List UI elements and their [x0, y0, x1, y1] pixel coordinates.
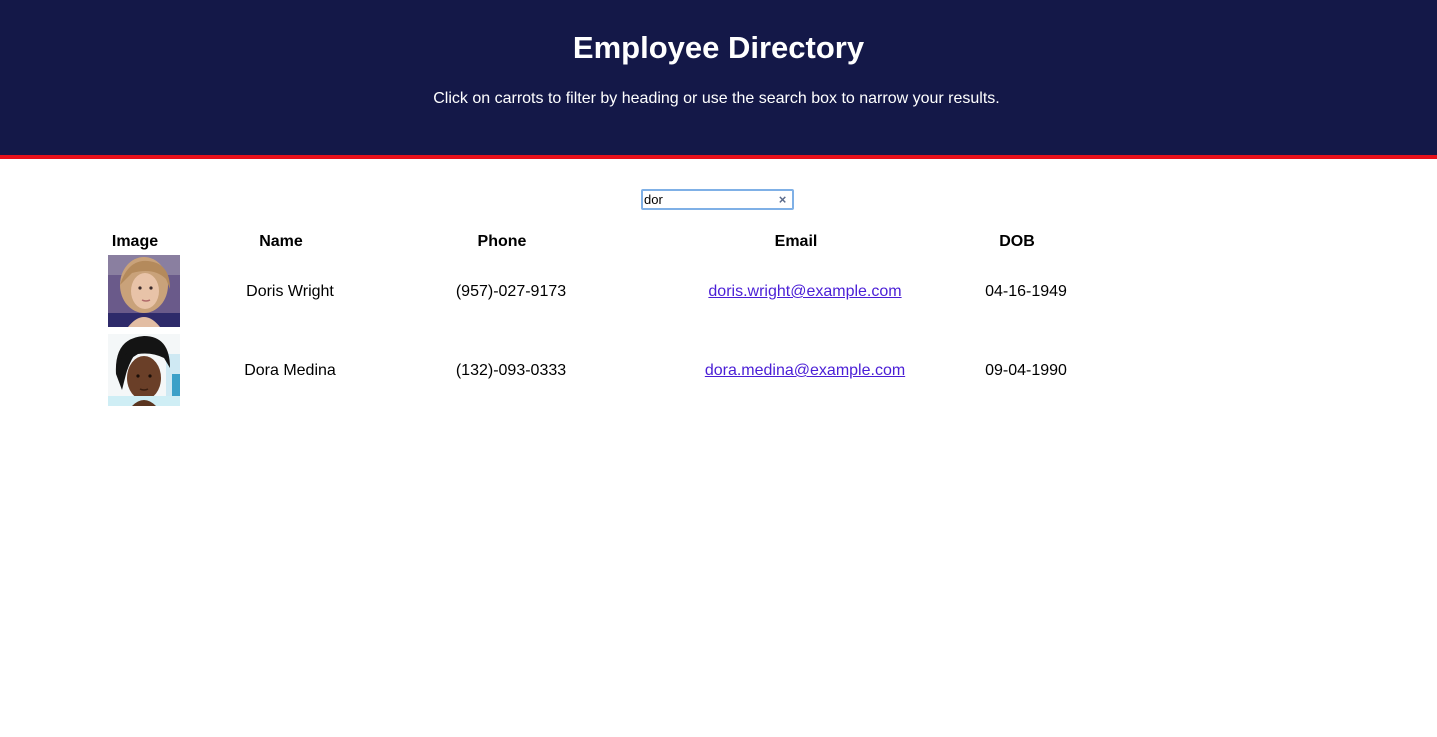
search-box[interactable]: × [641, 189, 794, 210]
column-header-phone[interactable]: Phone [462, 233, 542, 253]
page-subtitle: Click on carrots to filter by heading or… [433, 90, 1000, 107]
employee-email-link[interactable]: doris.wright@example.com [708, 283, 901, 300]
search-input[interactable] [644, 191, 774, 208]
column-header-name[interactable]: Name [241, 233, 321, 253]
page-title: Employee Directory [572, 30, 865, 65]
column-header-image[interactable]: Image [104, 233, 166, 253]
employee-email-link[interactable]: dora.medina@example.com [705, 362, 905, 379]
employee-name: Dora Medina [244, 362, 336, 379]
column-header-email[interactable]: Email [756, 233, 836, 253]
clear-search-icon[interactable]: × [776, 192, 789, 207]
column-header-dob[interactable]: DOB [982, 233, 1052, 253]
employee-phone: (957)-027-9173 [455, 283, 567, 300]
employee-photo [108, 334, 180, 406]
employee-name: Doris Wright [246, 283, 334, 300]
employee-photo [108, 255, 180, 327]
employee-dob: 04-16-1949 [985, 283, 1067, 300]
avatar [108, 255, 180, 327]
employee-phone: (132)-093-0333 [455, 362, 567, 379]
avatar [108, 334, 180, 406]
page-header: Employee Directory Click on carrots to f… [0, 0, 1437, 159]
employee-dob: 09-04-1990 [985, 362, 1067, 379]
